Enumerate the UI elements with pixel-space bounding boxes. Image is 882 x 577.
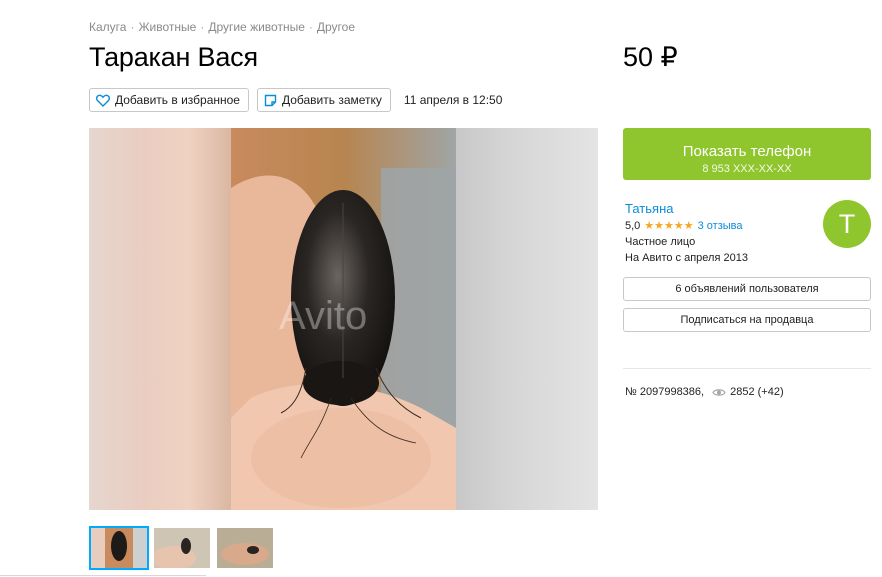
ad-stats: № 2097998386, 2852 (+42) (625, 386, 784, 398)
add-note-label: Добавить заметку (281, 93, 382, 107)
thumbnail-image (154, 528, 210, 568)
thumbnail-2[interactable] (152, 526, 212, 570)
thumbnail-3[interactable] (215, 526, 275, 570)
thumbnail-1[interactable] (89, 526, 149, 570)
action-row: Добавить в избранное Добавить заметку 11… (89, 88, 502, 112)
photo-blur-left (89, 128, 231, 510)
seller-since: На Авито с апреля 2013 (625, 252, 748, 264)
avatar[interactable]: Т (823, 200, 871, 248)
divider (0, 575, 206, 576)
breadcrumb-separator: · (200, 20, 205, 34)
add-to-favorites-label: Добавить в избранное (115, 93, 240, 107)
photo-blur-right (456, 128, 598, 510)
seller-info: Татьяна 5,0 ★★★★★ 3 отзыва Частное лицо … (625, 201, 748, 266)
seller-name[interactable]: Татьяна (625, 201, 673, 216)
price: 50 ₽ (623, 42, 678, 72)
show-phone-label: Показать телефон (682, 142, 812, 160)
show-phone-button[interactable]: Показать телефон 8 953 XXX-XX-XX (623, 128, 871, 180)
breadcrumb-other[interactable]: Другое (317, 20, 355, 34)
eye-icon (712, 388, 726, 396)
thumbnail-strip (89, 526, 278, 570)
seller-type: Частное лицо (625, 236, 696, 248)
view-count: 2852 (+42) (730, 386, 784, 398)
breadcrumb-animals[interactable]: Животные (138, 20, 196, 34)
thumbnail-image (91, 528, 147, 568)
page-title: Таракан Вася (89, 42, 258, 72)
heart-icon (96, 94, 110, 107)
breadcrumb: Калуга · Животные · Другие животные · Другое (89, 20, 355, 34)
ad-number: № 2097998386, (625, 386, 705, 398)
photo-watermark: Avito (279, 294, 368, 338)
seller-rating: 5,0 ★★★★★ 3 отзыва (625, 218, 748, 234)
subscribe-seller-button[interactable]: Подписаться на продавца (623, 308, 871, 332)
add-note-button[interactable]: Добавить заметку (256, 88, 391, 112)
breadcrumb-separator: · (308, 20, 313, 34)
star-rating-icon: ★★★★★ (644, 220, 694, 232)
add-to-favorites-button[interactable]: Добавить в избранное (89, 88, 249, 112)
rating-value: 5,0 (625, 220, 641, 232)
publish-date: 11 апреля в 12:50 (403, 93, 503, 107)
breadcrumb-separator: · (130, 20, 135, 34)
divider (623, 368, 871, 369)
thumbnail-image (217, 528, 273, 568)
breadcrumb-city[interactable]: Калуга (89, 20, 126, 34)
seller-listings-button[interactable]: 6 объявлений пользователя (623, 277, 871, 301)
main-photo[interactable]: Avito (89, 128, 598, 510)
breadcrumb-other-animals[interactable]: Другие животные (208, 20, 305, 34)
masked-phone-number: 8 953 XXX-XX-XX (702, 162, 792, 175)
note-icon (264, 94, 277, 106)
reviews-link[interactable]: 3 отзыва (698, 218, 743, 234)
